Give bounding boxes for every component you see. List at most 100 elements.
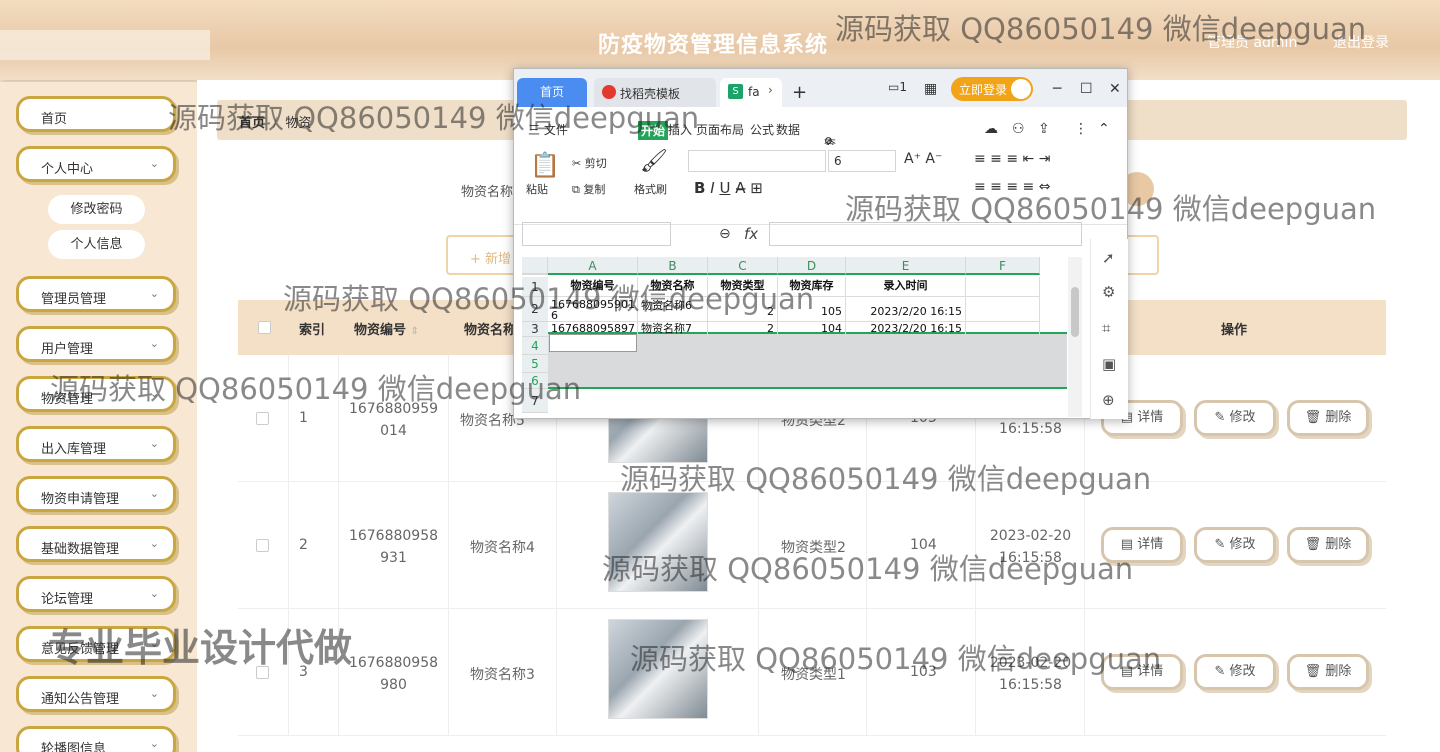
font-size-select[interactable]: 6: [828, 150, 896, 172]
font-grow-icon[interactable]: A⁺ A⁻: [904, 151, 942, 167]
new-tab-icon[interactable]: +: [792, 82, 807, 103]
share-user-icon[interactable]: ⚇: [1012, 121, 1025, 137]
cell[interactable]: 物资名称: [638, 277, 708, 297]
sidebar-item-requests[interactable]: 物资申请管理 ⌄: [16, 476, 176, 512]
detail-button[interactable]: ▤ 详情: [1101, 527, 1183, 563]
sort-icon[interactable]: ⇕: [411, 326, 419, 337]
col-header-a[interactable]: A: [548, 257, 638, 275]
cell[interactable]: 物资库存: [778, 277, 846, 297]
cell[interactable]: 物资类型: [708, 277, 778, 297]
breadcrumb-home[interactable]: 首页: [239, 116, 265, 131]
sidebar-item-basedata[interactable]: 基础数据管理 ⌄: [16, 526, 176, 562]
sidebar-item-users[interactable]: 用户管理 ⌄: [16, 326, 176, 362]
justify-icons[interactable]: ≡ ≡ ≡ ≡ ⇔: [974, 179, 1050, 195]
sidebar-item-forum[interactable]: 论坛管理 ⌄: [16, 576, 176, 612]
delete-button[interactable]: 🗑 删除: [1287, 527, 1369, 563]
sidebar-item-notices[interactable]: 通知公告管理 ⌄: [16, 676, 176, 712]
font-family-select[interactable]: [688, 150, 826, 172]
row-header-4[interactable]: 4: [522, 337, 548, 355]
header-code[interactable]: 物资编号 ⇕: [354, 319, 419, 338]
sidebar-item-feedback[interactable]: 意见反馈管理 ⌄: [16, 626, 176, 662]
sidebar-subitem-change-password[interactable]: 修改密码: [48, 195, 145, 224]
sidebar-item-personal[interactable]: 个人中心 ⌄: [16, 146, 176, 182]
image-icon[interactable]: ▣: [1102, 355, 1116, 373]
cell[interactable]: [966, 297, 1040, 322]
edit-button[interactable]: ✎ 修改: [1194, 654, 1276, 690]
col-header-e[interactable]: E: [846, 257, 966, 275]
menu-start[interactable]: 开始: [638, 121, 669, 140]
menu-formula[interactable]: 公式: [750, 121, 774, 138]
cell[interactable]: 104: [778, 322, 846, 337]
edit-button[interactable]: ✎ 修改: [1194, 400, 1276, 436]
menu-insert[interactable]: 插入: [668, 121, 692, 138]
active-cell[interactable]: [549, 334, 637, 352]
sidebar-item-supplies[interactable]: 物资管理 ⌄: [16, 376, 176, 412]
cell[interactable]: 2: [708, 297, 778, 322]
cell[interactable]: [966, 277, 1040, 297]
cloud-icon[interactable]: ☁: [984, 121, 998, 137]
row-checkbox[interactable]: [256, 539, 269, 552]
tab-template[interactable]: 找稻壳模板: [594, 78, 716, 107]
logout-link[interactable]: 退出登录: [1333, 32, 1389, 52]
row-header-3[interactable]: 3: [522, 322, 548, 337]
corner-cell[interactable]: [522, 257, 548, 275]
close-icon[interactable]: ✕: [1109, 81, 1121, 97]
col-header-b[interactable]: B: [638, 257, 708, 275]
maximize-icon[interactable]: ☐: [1080, 81, 1093, 97]
collapse-icon[interactable]: ⌃: [1098, 121, 1110, 137]
format-painter-button[interactable]: 格式刷: [634, 181, 667, 197]
tab-file[interactable]: Sfa ›: [720, 78, 782, 107]
cell[interactable]: 物资名称6: [638, 297, 708, 322]
delete-button[interactable]: 🗑 删除: [1287, 654, 1369, 690]
col-header-c[interactable]: C: [708, 257, 778, 275]
cursor-icon[interactable]: ➚: [1102, 249, 1115, 267]
formula-input[interactable]: [769, 222, 1082, 246]
menu-layout[interactable]: 页面布局: [696, 121, 744, 138]
cell[interactable]: 167688095901 6: [548, 297, 638, 322]
login-button[interactable]: 立即登录: [951, 77, 1033, 101]
row-header-1[interactable]: 1: [522, 277, 548, 297]
cell[interactable]: 物资编号: [548, 277, 638, 297]
tab-home[interactable]: 首页: [517, 78, 587, 107]
row-checkbox[interactable]: [256, 666, 269, 679]
row-header-2[interactable]: 2: [522, 297, 548, 322]
sidebar-item-home[interactable]: 首页: [16, 96, 176, 132]
vertical-scrollbar[interactable]: [1068, 257, 1082, 417]
sidebar-item-inout[interactable]: 出入库管理 ⌄: [16, 426, 176, 462]
paste-button[interactable]: 粘贴: [526, 181, 548, 197]
row-header-6[interactable]: 6: [522, 373, 548, 389]
delete-button[interactable]: 🗑 删除: [1287, 400, 1369, 436]
minimize-icon[interactable]: ─: [1053, 81, 1061, 97]
sheet-grid[interactable]: A B C D E F 1 2 3 4 5 6 7 物资编号 物资名称 物资类型…: [522, 257, 1067, 417]
cut-button[interactable]: ✂ 剪切: [572, 155, 607, 171]
cell[interactable]: 2023/2/20 16:15: [846, 322, 966, 337]
text-format-icons[interactable]: B I U A̶ ⊞: [694, 179, 763, 197]
paste-icon[interactable]: 📋: [530, 151, 560, 179]
cell[interactable]: [966, 322, 1040, 337]
format-painter-icon[interactable]: 🖌: [640, 149, 668, 174]
detail-button[interactable]: ▤ 详情: [1101, 654, 1183, 690]
cell[interactable]: 物资名称7: [638, 322, 708, 337]
menu-data[interactable]: 数据: [776, 121, 800, 138]
spreadsheet-window[interactable]: 首页 找稻壳模板 Sfa › + ▭1 ▦ 立即登录 ─ ☐ ✕ 三 文件 开始 …: [513, 68, 1128, 419]
chevron-right-icon[interactable]: ›: [768, 83, 773, 97]
row-header-5[interactable]: 5: [522, 355, 548, 373]
copy-button[interactable]: ⧉ 复制: [572, 181, 605, 197]
col-header-f[interactable]: F: [966, 257, 1040, 275]
cell[interactable]: 2023/2/20 16:15: [846, 297, 966, 322]
menu-file[interactable]: 三 文件: [528, 121, 568, 138]
more-icon[interactable]: ⋮: [1074, 121, 1088, 137]
zoom-icon[interactable]: ⊖: [719, 226, 731, 242]
function-icon[interactable]: fx: [744, 225, 758, 243]
scroll-thumb[interactable]: [1071, 287, 1079, 337]
share-icon[interactable]: ⇪: [1038, 121, 1050, 137]
sidebar-subitem-profile[interactable]: 个人信息: [48, 230, 145, 259]
layout-icon[interactable]: ▭1: [888, 80, 907, 94]
compass-icon[interactable]: ⊕: [1102, 391, 1115, 409]
sidebar-item-admin[interactable]: 管理员管理 ⌄: [16, 276, 176, 312]
crop-icon[interactable]: ⌗: [1102, 319, 1110, 337]
row-header-7[interactable]: 7: [522, 389, 548, 413]
row-checkbox[interactable]: [256, 412, 269, 425]
align-icons[interactable]: ≡ ≡ ≡ ⇤ ⇥: [974, 151, 1050, 167]
cell[interactable]: 录入时间: [846, 277, 966, 297]
